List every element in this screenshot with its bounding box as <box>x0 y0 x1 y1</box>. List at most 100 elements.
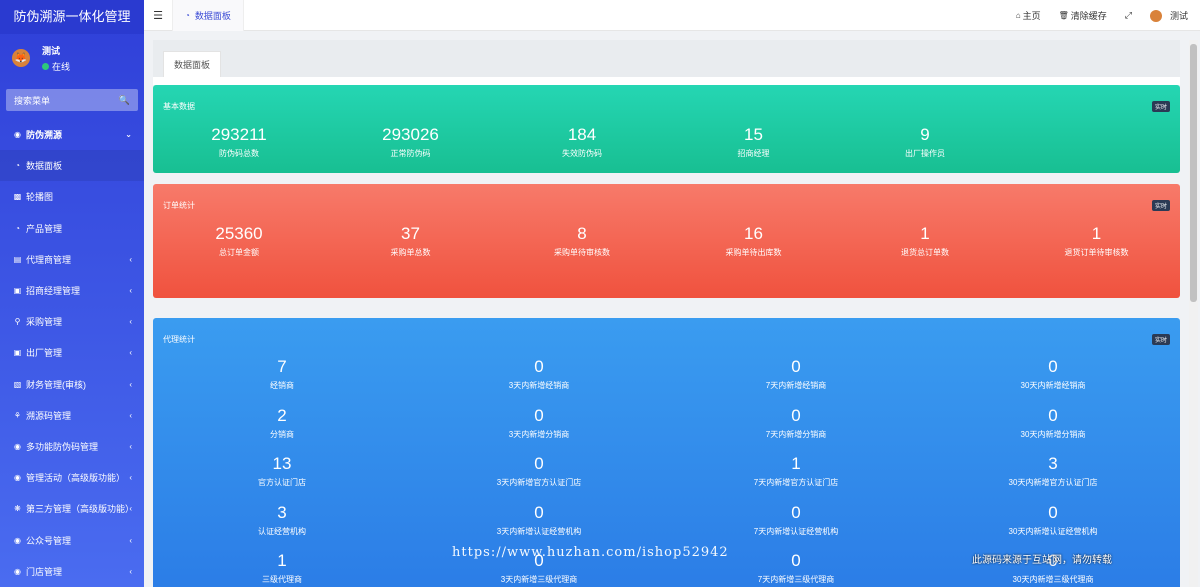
clear-cache-button[interactable]: 🗑 清除缓存 <box>1059 9 1107 22</box>
sidebar-item-label: 采购管理 <box>26 317 63 328</box>
stat-value: 37 <box>401 224 420 243</box>
stat-item: 0 7天内新增三级代理商 <box>726 551 866 585</box>
stat-item: 0 3天内新增认证经营机构 <box>469 503 609 537</box>
stat-item: 293211 防伪码总数 <box>169 125 309 159</box>
store-icon: ◉ <box>14 566 21 576</box>
sidebar-item-3[interactable]: ◔ 产品管理 <box>0 213 144 244</box>
sidebar-item-label: 数据面板 <box>26 161 63 172</box>
stat-value: 1 <box>920 224 930 243</box>
scroll-thumb[interactable] <box>1190 44 1197 302</box>
stat-label: 3天内新增分销商 <box>508 429 570 439</box>
stat-item: 0 30天内新增分销商 <box>983 406 1123 440</box>
content-tab-dashboard[interactable]: 数据面板 <box>163 51 222 77</box>
purchase-icon: ⚲ <box>14 317 21 327</box>
sidebar-item-8[interactable]: ▧ 财务管理(审核) ‹ <box>0 369 144 400</box>
sidebar-item-label: 轮播图 <box>26 192 54 203</box>
stat-label: 总订单金额 <box>219 248 259 257</box>
stat-value: 0 <box>1048 357 1058 376</box>
stat-label: 7天内新增官方认证门店 <box>753 478 839 487</box>
sidebar-item-4[interactable]: ▤ 代理商管理 ‹ <box>0 244 144 275</box>
sidebar-item-label: 产品管理 <box>26 223 63 234</box>
sidebar-item-9[interactable]: ⚘ 溯源码管理 ‹ <box>0 400 144 431</box>
tab-dashboard[interactable]: ◔ 数据面板 <box>172 0 244 31</box>
home-icon: ⌂ <box>1015 11 1021 20</box>
user-name: 测试 <box>42 45 61 56</box>
sidebar-item-label: 公众号管理 <box>26 535 72 546</box>
stat-value: 2 <box>277 405 287 425</box>
sidebar-item-0[interactable]: ◉ 防伪溯源 ⌄ <box>0 119 144 150</box>
stat-value: 0 <box>534 502 544 522</box>
stat-label: 采购单待审核数 <box>554 248 610 257</box>
activity-icon: ◉ <box>14 473 21 483</box>
sidebar-item-label: 第三方管理（高级版功能） <box>26 504 135 515</box>
stat-item: 0 7天内新增经销商 <box>726 357 866 391</box>
search-icon[interactable]: 🔍 <box>119 95 130 106</box>
sidebar-item-2[interactable]: ▩ 轮播图 <box>0 181 144 212</box>
stat-label: 30天内新增官方认证门店 <box>1008 478 1098 487</box>
sidebar-item-12[interactable]: ❋ 第三方管理（高级版功能） ‹ <box>0 493 144 524</box>
stat-label: 出厂操作员 <box>905 149 945 158</box>
stat-label: 3天内新增经销商 <box>508 381 570 390</box>
stat-value: 0 <box>791 551 801 570</box>
stat-item: 8 采购单待审核数 <box>512 224 652 258</box>
stat-item: 0 3天内新增官方认证门店 <box>469 454 609 488</box>
sidebar-item-label: 防伪溯源 <box>26 130 63 141</box>
stat-label: 采购单待出库数 <box>725 248 782 257</box>
stat-value: 293026 <box>382 125 439 144</box>
stat-item: 7 经销商 <box>212 357 352 391</box>
sidebar-item-label: 门店管理 <box>26 566 63 577</box>
sidebar-item-6[interactable]: ⚲ 采购管理 ‹ <box>0 306 144 337</box>
menu-search-input[interactable]: 搜索菜单 🔍 <box>6 89 138 111</box>
sidebar-item-label: 多功能防伪码管理 <box>26 441 99 452</box>
sidebar-item-label: 代理商管理 <box>26 254 72 265</box>
stat-label: 认证经营机构 <box>258 526 306 536</box>
card-title: 基本数据 <box>163 102 195 111</box>
stat-label: 30天内新增认证经营机构 <box>1008 526 1098 536</box>
stat-value: 0 <box>791 502 801 522</box>
chevron-left-icon: ‹ <box>129 441 132 451</box>
content-tab-bar: 数据面板 <box>153 40 1180 77</box>
stat-item: 0 3天内新增分销商 <box>469 406 609 440</box>
stat-value: 1 <box>1091 224 1102 243</box>
sidebar-item-1[interactable]: ◔ 数据面板 <box>0 150 144 182</box>
stat-label: 正常防伪码 <box>390 149 431 158</box>
stat-item: 3 30天内新增官方认证门店 <box>983 454 1123 488</box>
chevron-left-icon: ‹ <box>129 348 132 358</box>
stat-value: 3 <box>1048 454 1058 473</box>
sidebar-menu: ◉ 防伪溯源 ⌄ ◔ 数据面板 ▩ 轮播图 ◔ 产品管理 ▤ 代理商管理 ‹ ▣ 招商经理管理 ‹ ⚲ 采购管理… <box>0 119 144 587</box>
stat-item: 0 30天内新增经销商 <box>983 357 1123 391</box>
sidebar-item-14[interactable]: ◉ 门店管理 ‹ <box>0 556 144 587</box>
card-title: 订单统计 <box>163 201 195 210</box>
order-stats-card: 订单统计 实时 25360 总订单金额 37 采购单总数 8 采购单待审核数 16 采购单待出… <box>153 184 1180 298</box>
stat-label: 30天内新增经销商 <box>1020 381 1086 390</box>
fullscreen-icon[interactable]: ⤢ <box>1125 10 1132 21</box>
sidebar-item-11[interactable]: ◉ 管理活动（高级版功能） ‹ <box>0 462 144 493</box>
stat-value: 25360 <box>215 224 263 243</box>
home-link[interactable]: ⌂ 主页 <box>1016 9 1041 22</box>
stat-item: 1 7天内新增官方认证门店 <box>726 454 866 488</box>
user-avatar: 🦊 <box>12 49 30 67</box>
sidebar-item-label: 管理活动（高级版功能） <box>26 473 126 484</box>
sidebar-item-10[interactable]: ◉ 多功能防伪码管理 ‹ <box>0 431 144 462</box>
menu-toggle-icon[interactable]: ☰ <box>144 9 172 22</box>
app-title[interactable]: 防伪溯源一体化管理 <box>0 0 144 34</box>
sidebar-item-13[interactable]: ◉ 公众号管理 ‹ <box>0 524 144 555</box>
chevron-left-icon: ‹ <box>129 566 132 576</box>
stat-value: 3 <box>277 502 287 522</box>
stat-item: 1 退货订单待审核数 <box>1027 224 1167 258</box>
product-icon: ◔ <box>15 223 20 233</box>
chevron-left-icon: ‹ <box>129 410 132 420</box>
menu-search-placeholder: 搜索菜单 <box>14 95 51 106</box>
stat-item: 1 退货总订单数 <box>855 224 995 258</box>
stat-item: 13 官方认证门店 <box>212 454 352 488</box>
stat-item: 15 招商经理 <box>684 125 824 159</box>
page-scrollbar[interactable] <box>1189 40 1198 587</box>
stat-value: 0 <box>1048 405 1058 425</box>
stat-item: 293026 正常防伪码 <box>341 125 481 159</box>
stat-item: 1 三级代理商 <box>212 551 352 585</box>
stat-label: 官方认证门店 <box>258 478 306 487</box>
user-menu[interactable]: 测试 <box>1149 9 1188 22</box>
sidebar-item-5[interactable]: ▣ 招商经理管理 ‹ <box>0 275 144 306</box>
stat-item: 0 7天内新增分销商 <box>726 406 866 440</box>
sidebar-item-7[interactable]: ▣ 出厂管理 ‹ <box>0 337 144 368</box>
